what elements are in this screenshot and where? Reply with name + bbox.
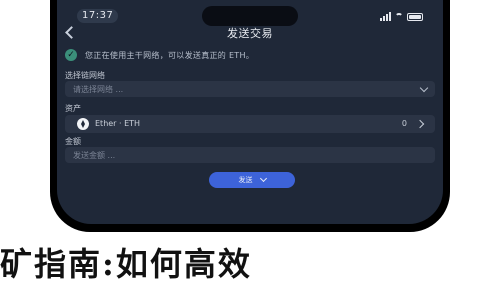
article-headline: 矿指南:如何高效 — [0, 245, 252, 283]
amount-input[interactable]: 发送金额 ... — [65, 147, 435, 163]
camera-notch — [202, 6, 298, 26]
info-icon: ✓ — [65, 49, 77, 61]
chain-placeholder: 请选择网络 ... — [73, 84, 124, 94]
chain-label: 选择链网络 — [65, 71, 105, 80]
chain-select[interactable]: 请选择网络 ... — [65, 81, 435, 97]
amount-label: 金额 — [65, 137, 81, 146]
asset-name: Ether · ETH — [95, 119, 141, 128]
app-screen: 17:37 发送交易 ✓ 您正在使用主干网络，可以发送真正的 ETH。 选择链网… — [57, 0, 443, 224]
notice-text: 您正在使用主干网络，可以发送真正的 ETH。 — [85, 50, 255, 60]
chevron-down-icon — [419, 83, 429, 93]
asset-label: 资产 — [65, 104, 81, 113]
phone-frame: 17:37 发送交易 ✓ 您正在使用主干网络，可以发送真正的 ETH。 选择链网… — [50, 0, 450, 232]
send-button-label: 发送 — [238, 176, 253, 184]
wifi-icon — [395, 13, 403, 21]
signal-icon — [380, 12, 391, 21]
asset-select[interactable]: Ether · ETH 0 — [65, 115, 435, 133]
chevron-down-icon — [259, 174, 267, 183]
ethereum-icon — [77, 118, 89, 130]
status-icons — [380, 12, 423, 21]
status-time: 17:37 — [77, 9, 119, 23]
battery-level — [409, 15, 421, 19]
chevron-right-icon — [415, 119, 425, 129]
battery-icon — [407, 13, 423, 21]
network-notice: ✓ 您正在使用主干网络，可以发送真正的 ETH。 — [65, 48, 435, 62]
asset-balance: 0 — [401, 119, 407, 128]
send-button[interactable]: 发送 — [209, 172, 295, 188]
amount-placeholder: 发送金额 ... — [73, 150, 116, 160]
page-title: 发送交易 — [227, 27, 273, 40]
nav-bar: 发送交易 — [57, 24, 443, 40]
status-bar: 17:37 — [57, 6, 443, 26]
